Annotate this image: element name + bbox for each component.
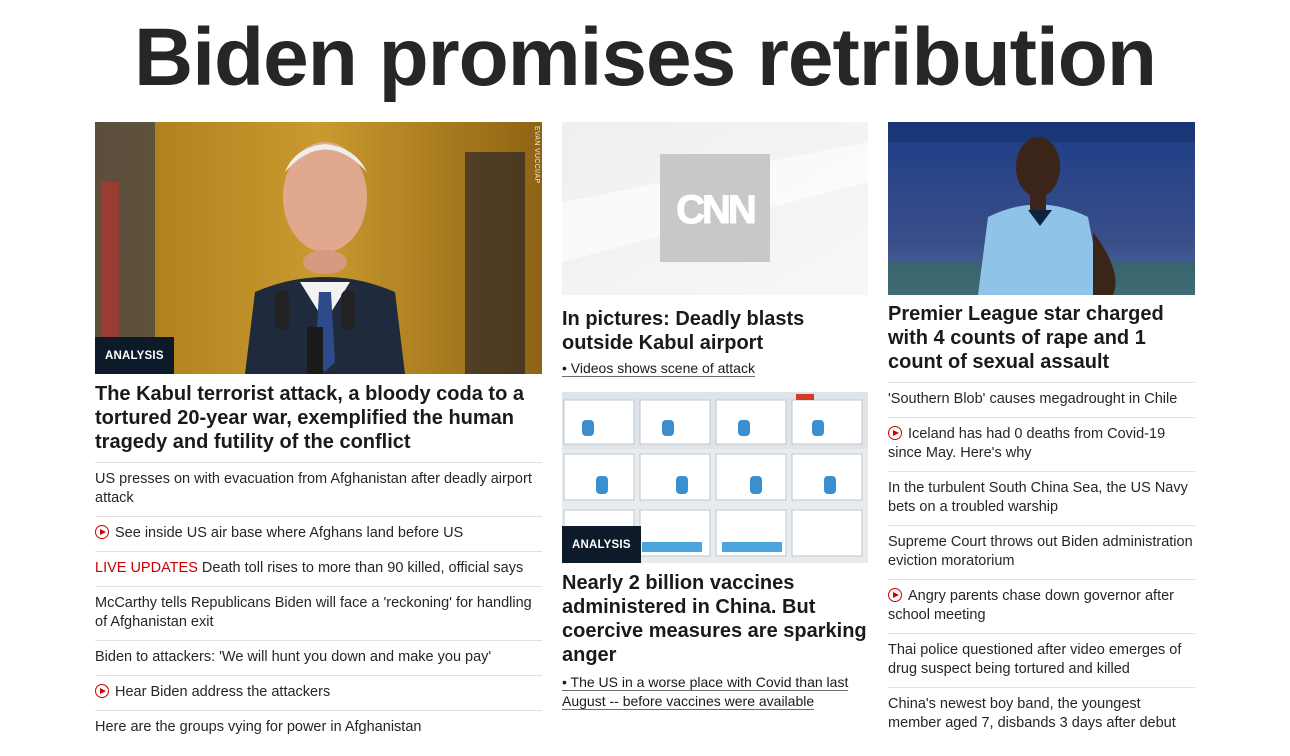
premier-league-image[interactable]	[888, 122, 1195, 295]
video-play-icon	[888, 426, 902, 440]
lead-story-column: EVAN VUCCI/AP ANALYSIS The Kabul terrori…	[95, 122, 542, 745]
list-item[interactable]: Here are the groups vying for power in A…	[95, 710, 542, 745]
lead-story-headline[interactable]: The Kabul terrorist attack, a bloody cod…	[95, 382, 542, 454]
cnn-logo-placeholder: CNN	[562, 122, 868, 295]
list-item[interactable]: 'Southern Blob' causes megadrought in Ch…	[888, 382, 1195, 417]
list-item[interactable]: Supreme Court throws out Biden administr…	[888, 525, 1195, 579]
right-column: Premier League star charged with 4 count…	[888, 122, 1195, 741]
china-vaccine-headline[interactable]: Nearly 2 billion vaccines administered i…	[562, 571, 868, 667]
live-updates-label: LIVE UPDATES	[95, 560, 198, 576]
china-vaccine-image[interactable]: ANALYSIS	[562, 392, 868, 563]
list-item[interactable]: See inside US air base where Afghans lan…	[95, 516, 542, 551]
list-item[interactable]: China's newest boy band, the youngest me…	[888, 687, 1195, 741]
list-item[interactable]: US presses on with evacuation from Afgha…	[95, 462, 542, 516]
banner-headline[interactable]: Biden promises retribution	[0, 10, 1290, 106]
kabul-gallery-headline[interactable]: In pictures: Deadly blasts outside Kabul…	[562, 307, 868, 355]
list-item[interactable]: Iceland has had 0 deaths from Covid-19 s…	[888, 417, 1195, 471]
lead-story-image[interactable]: EVAN VUCCI/AP ANALYSIS	[95, 122, 542, 374]
footballer-photo	[888, 122, 1195, 295]
video-play-icon	[95, 684, 109, 698]
china-vaccine-subtitle[interactable]: • The US in a worse place with Covid tha…	[562, 673, 868, 711]
list-item[interactable]: McCarthy tells Republicans Biden will fa…	[95, 586, 542, 640]
list-item[interactable]: In the turbulent South China Sea, the US…	[888, 471, 1195, 525]
analysis-badge: ANALYSIS	[562, 526, 641, 563]
list-item[interactable]: LIVE UPDATES Death toll rises to more th…	[95, 551, 542, 586]
lead-story-related-list: US presses on with evacuation from Afgha…	[95, 462, 542, 745]
kabul-gallery-subtitle[interactable]: • Videos shows scene of attack	[562, 359, 868, 378]
svg-text:CNN: CNN	[676, 188, 755, 232]
video-play-icon	[888, 588, 902, 602]
middle-column: CNN In pictures: Deadly blasts outside K…	[562, 122, 868, 711]
list-item[interactable]: Biden to attackers: 'We will hunt you do…	[95, 640, 542, 675]
analysis-badge: ANALYSIS	[95, 337, 174, 374]
more-top-stories-list: 'Southern Blob' causes megadrought in Ch…	[888, 382, 1195, 741]
list-item[interactable]: Hear Biden address the attackers	[95, 675, 542, 710]
video-play-icon	[95, 525, 109, 539]
photo-credit: EVAN VUCCI/AP	[533, 126, 540, 184]
kabul-gallery-image[interactable]: CNN	[562, 122, 868, 295]
list-item[interactable]: Thai police questioned after video emerg…	[888, 633, 1195, 687]
list-item[interactable]: Angry parents chase down governor after …	[888, 579, 1195, 633]
premier-league-headline[interactable]: Premier League star charged with 4 count…	[888, 302, 1195, 374]
